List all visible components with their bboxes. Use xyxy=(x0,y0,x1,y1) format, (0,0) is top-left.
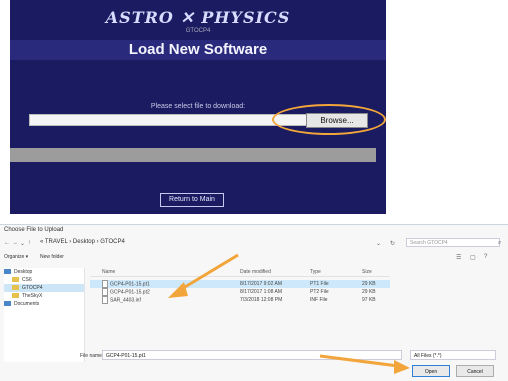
search-icon: ⌕ xyxy=(498,240,502,246)
file-name: GCP4-P01-15.pt2 xyxy=(110,289,150,296)
back-arrow-icon[interactable]: ← xyxy=(4,240,10,246)
recent-chevron-icon[interactable]: ⌄ xyxy=(20,240,25,247)
file-type: INF File xyxy=(310,297,328,303)
file-type-select[interactable]: All Files (*.*) xyxy=(410,350,496,360)
file-name: SAR_4403.inf xyxy=(110,297,141,304)
file-list-header: Name Date modified Type Size xyxy=(90,268,390,277)
file-name-input[interactable]: GCP4-P01-15.pt1 xyxy=(102,350,402,360)
file-row[interactable]: SAR_4403.inf 7/3/2018 12:08 PM INF File … xyxy=(90,296,390,304)
dialog-toolbar: Organize ▾ New folder ☰ ▢ ? xyxy=(4,254,504,264)
file-size: 97 KB xyxy=(362,297,376,303)
search-input[interactable]: Search GTOCP4 xyxy=(406,238,500,247)
file-date: 8/17/2017 9:02 AM xyxy=(240,281,282,287)
column-date-modified[interactable]: Date modified xyxy=(240,268,271,276)
address-bar: ← → ⌄ ↑ « TRAVEL › Desktop › GTOCP4 ⌄ ↻ … xyxy=(4,238,504,249)
file-row[interactable]: GCP4-P01-15.pt2 8/17/2017 1:08 AM PT2 Fi… xyxy=(90,288,390,296)
sidebar-item-documents[interactable]: Documents xyxy=(4,300,84,308)
new-folder-button[interactable]: New folder xyxy=(40,254,64,260)
cancel-button[interactable]: Cancel xyxy=(456,365,494,377)
documents-icon xyxy=(4,301,11,307)
folder-icon xyxy=(12,293,19,299)
column-type[interactable]: Type xyxy=(310,268,321,276)
file-row[interactable]: GCP4-P01-15.pt1 8/17/2017 9:02 AM PT1 Fi… xyxy=(90,280,390,288)
file-name-label: File name: xyxy=(80,353,104,359)
navigation-pane: Desktop CS6 GTOCP4 TheSkyX Documents xyxy=(4,268,85,362)
sidebar-item-cs6[interactable]: CS6 xyxy=(4,276,84,284)
file-type: PT2 File xyxy=(310,289,329,295)
folder-icon xyxy=(12,277,19,283)
forward-arrow-icon[interactable]: → xyxy=(12,240,18,246)
column-name[interactable]: Name xyxy=(102,268,115,276)
brand-logo-subtitle: GTOCP4 xyxy=(185,28,211,34)
sidebar-item-gtocp4[interactable]: GTOCP4 xyxy=(4,284,84,292)
sidebar-item-desktop[interactable]: Desktop xyxy=(4,268,84,276)
upload-progress-bar xyxy=(10,148,376,162)
dialog-title: Choose File to Upload xyxy=(4,227,64,233)
desktop-folder-icon xyxy=(4,269,11,275)
column-size[interactable]: Size xyxy=(362,268,372,276)
folder-icon xyxy=(12,285,19,291)
breadcrumb[interactable]: « TRAVEL › Desktop › GTOCP4 xyxy=(40,239,125,245)
file-date: 8/17/2017 1:08 AM xyxy=(240,289,282,295)
file-icon xyxy=(102,280,108,288)
brand-logo: ASTRO ✕ PHYSICS xyxy=(105,8,291,27)
browse-highlight-circle xyxy=(272,104,386,135)
file-type: PT1 File xyxy=(310,281,329,287)
file-icon xyxy=(102,288,108,296)
file-size: 29 KB xyxy=(362,289,376,295)
organize-menu[interactable]: Organize ▾ xyxy=(4,254,28,260)
file-size: 29 KB xyxy=(362,281,376,287)
preview-pane-icon[interactable]: ▢ xyxy=(470,254,476,261)
return-to-main-button[interactable]: Return to Main xyxy=(160,193,224,207)
help-icon[interactable]: ? xyxy=(484,254,487,260)
sidebar-item-theskyx[interactable]: TheSkyX xyxy=(4,292,84,300)
file-list: Name Date modified Type Size GCP4-P01-15… xyxy=(90,268,390,304)
view-options-icon[interactable]: ☰ xyxy=(456,254,461,261)
selected-file-field[interactable] xyxy=(29,114,309,126)
up-arrow-icon[interactable]: ↑ xyxy=(28,240,31,246)
file-upload-dialog: Choose File to Upload ← → ⌄ ↑ « TRAVEL ›… xyxy=(0,224,508,381)
page-title: Load New Software xyxy=(10,40,386,60)
file-name: GCP4-P01-15.pt1 xyxy=(110,281,150,288)
refresh-icon[interactable]: ↻ xyxy=(390,240,395,247)
dropdown-chevron-icon[interactable]: ⌄ xyxy=(376,240,381,247)
file-icon xyxy=(102,296,108,304)
file-date: 7/3/2018 12:08 PM xyxy=(240,297,283,303)
open-button[interactable]: Open xyxy=(412,365,450,377)
